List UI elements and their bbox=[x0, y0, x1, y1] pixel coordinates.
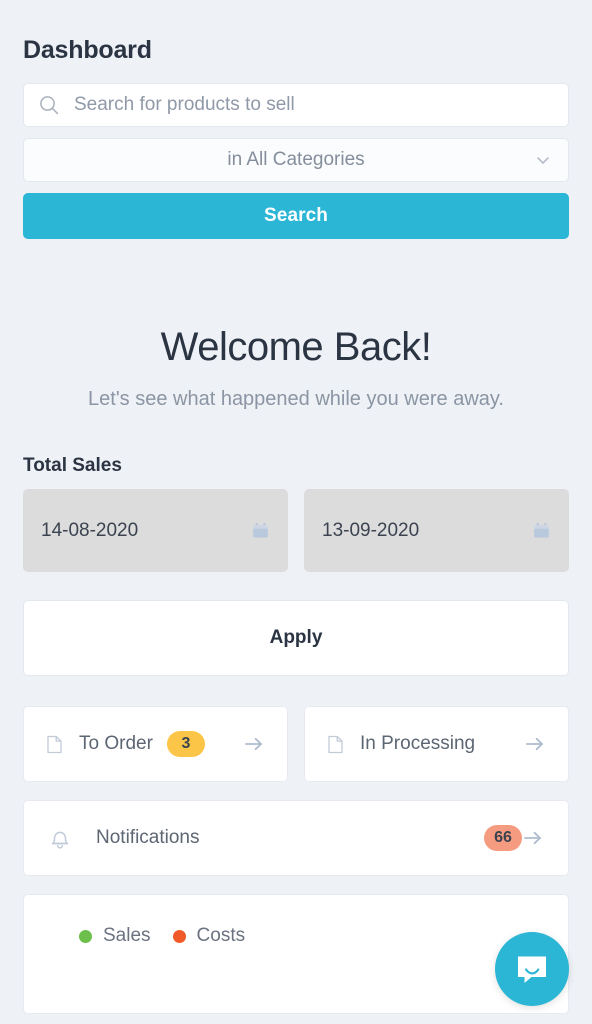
apply-button[interactable]: Apply bbox=[23, 600, 569, 676]
notifications-badge: 66 bbox=[484, 825, 522, 851]
chart-legend: Sales Costs bbox=[79, 925, 568, 947]
date-from-field[interactable]: 14-08-2020 bbox=[23, 489, 288, 572]
total-sales-title: Total Sales bbox=[23, 455, 122, 476]
to-order-card[interactable]: To Order 3 bbox=[23, 706, 288, 782]
bell-icon bbox=[48, 825, 72, 851]
in-processing-card[interactable]: In Processing bbox=[304, 706, 569, 782]
search-icon bbox=[38, 94, 60, 116]
legend-dot-costs bbox=[172, 929, 186, 943]
calendar-icon bbox=[251, 521, 270, 540]
notifications-label: Notifications bbox=[96, 827, 200, 848]
document-icon bbox=[327, 735, 344, 754]
arrow-right-icon[interactable] bbox=[524, 733, 546, 755]
chat-launcher-button[interactable] bbox=[495, 932, 569, 1006]
category-select[interactable]: in All Categories bbox=[23, 138, 569, 182]
date-to-value: 13-09-2020 bbox=[322, 519, 420, 541]
search-input[interactable]: Search for products to sell bbox=[23, 83, 569, 127]
date-range-row: 14-08-2020 13-09-2020 bbox=[23, 489, 569, 572]
arrow-right-icon[interactable] bbox=[522, 827, 544, 849]
calendar-icon bbox=[532, 521, 551, 540]
dashboard-page: Dashboard Search for products to sell in… bbox=[0, 0, 592, 1024]
document-icon bbox=[46, 735, 63, 754]
category-select-label: in All Categories bbox=[227, 149, 365, 170]
welcome-subtitle: Let's see what happened while you were a… bbox=[88, 388, 504, 410]
legend-label-sales: Sales bbox=[103, 925, 151, 946]
arrow-right-icon[interactable] bbox=[243, 733, 265, 755]
legend-dot-sales bbox=[79, 929, 92, 943]
chevron-down-icon bbox=[534, 151, 552, 169]
in-processing-label: In Processing bbox=[360, 733, 476, 754]
date-from-value: 14-08-2020 bbox=[41, 519, 139, 541]
date-to-field[interactable]: 13-09-2020 bbox=[304, 489, 569, 572]
page-title: Dashboard bbox=[23, 36, 152, 64]
to-order-badge: 3 bbox=[166, 731, 205, 757]
search-button[interactable]: Search bbox=[23, 193, 569, 239]
notifications-card[interactable]: Notifications 66 bbox=[23, 800, 569, 876]
welcome-title: Welcome Back! bbox=[160, 325, 432, 369]
legend-item-costs[interactable]: Costs bbox=[172, 925, 246, 947]
search-placeholder: Search for products to sell bbox=[74, 94, 295, 115]
legend-label-costs: Costs bbox=[196, 925, 246, 946]
legend-item-sales[interactable]: Sales bbox=[79, 925, 151, 947]
welcome-section: Welcome Back! Let's see what happened wh… bbox=[23, 239, 569, 411]
to-order-label: To Order bbox=[79, 733, 153, 754]
chat-bubble-icon bbox=[513, 950, 551, 988]
sales-costs-chart-card: Sales Costs bbox=[23, 894, 569, 1014]
quick-cards-row: To Order 3 In Processing bbox=[23, 706, 569, 782]
